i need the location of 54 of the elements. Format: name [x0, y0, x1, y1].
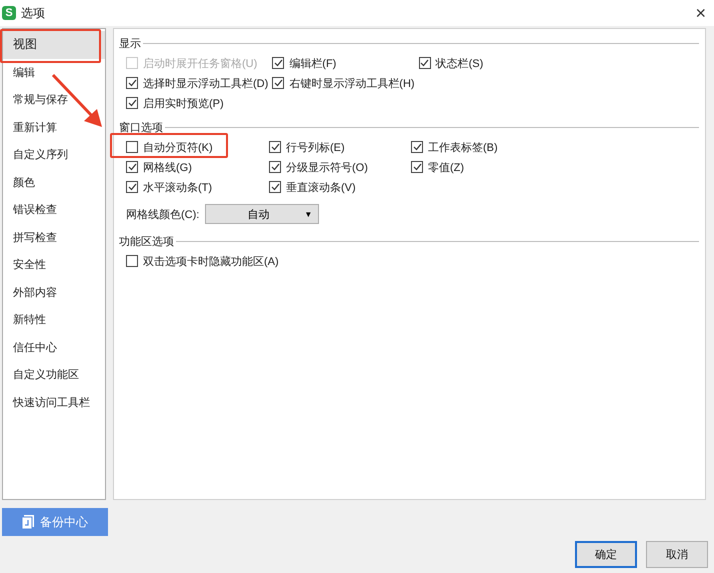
section-title: 功能区选项: [119, 234, 174, 248]
cancel-button[interactable]: 取消: [646, 541, 708, 568]
checkbox-label: 分级显示符号(O): [286, 160, 368, 174]
sidebar-item[interactable]: 视图: [3, 31, 105, 58]
sidebar-item[interactable]: 编辑: [3, 58, 105, 86]
checkbox[interactable]: [126, 161, 138, 173]
checkbox[interactable]: [411, 141, 423, 153]
checkbox[interactable]: [126, 141, 138, 153]
checkbox-label: 垂直滚动条(V): [286, 180, 356, 194]
checkbox[interactable]: [126, 97, 138, 109]
app-icon: S: [2, 6, 16, 20]
dropdown-label: 网格线颜色(C):: [126, 208, 200, 222]
checkbox[interactable]: [126, 255, 138, 267]
checkbox[interactable]: [272, 57, 284, 69]
checkbox-label: 行号列标(E): [286, 140, 345, 154]
checkbox[interactable]: [272, 77, 284, 89]
checkbox[interactable]: [126, 77, 138, 89]
sidebar-item[interactable]: 新特性: [3, 306, 105, 334]
ok-button[interactable]: 确定: [575, 541, 637, 568]
checkbox[interactable]: [269, 181, 281, 193]
checkbox-label: 右键时显示浮动工具栏(H): [289, 76, 415, 90]
checkbox-label: 双击选项卡时隐藏功能区(A): [143, 254, 279, 268]
checkbox-label: 网格线(G): [143, 160, 192, 174]
checkbox-label: 状态栏(S): [436, 56, 484, 70]
checkbox[interactable]: [269, 141, 281, 153]
checkbox-label: 选择时显示浮动工具栏(D): [143, 76, 268, 90]
checkbox-label: 启动时展开任务窗格(U): [143, 56, 258, 70]
sidebar-item[interactable]: 错误检查: [3, 196, 105, 224]
checkbox-label: 工作表标签(B): [428, 140, 498, 154]
sidebar-item[interactable]: 快速访问工具栏: [3, 388, 105, 416]
checkbox-label: 编辑栏(F): [289, 56, 336, 70]
sidebar-item[interactable]: 信任中心: [3, 334, 105, 361]
checkbox[interactable]: [411, 161, 423, 173]
checkbox[interactable]: [418, 57, 431, 69]
checkbox-label: 自动分页符(K): [143, 140, 213, 154]
checkbox[interactable]: [126, 181, 138, 193]
checkbox-label: 零值(Z): [428, 160, 464, 174]
close-button[interactable]: ×: [693, 4, 708, 22]
checkbox[interactable]: [269, 161, 281, 173]
checkbox-label: 启用实时预览(P): [143, 96, 224, 110]
sidebar-item[interactable]: 重新计算: [3, 114, 105, 141]
section-title: 窗口选项: [119, 120, 163, 134]
sidebar-item[interactable]: 自定义功能区: [3, 361, 105, 388]
sidebar-item[interactable]: 拼写检查: [3, 224, 105, 251]
sidebar-item[interactable]: 颜色: [3, 168, 105, 196]
checkbox-label: 水平滚动条(T): [143, 180, 212, 194]
color-dropdown[interactable]: 自动 ▼: [205, 204, 320, 224]
section-title: 显示: [119, 36, 141, 50]
sidebar-item[interactable]: 外部内容: [3, 278, 105, 306]
document-icon: [22, 515, 34, 529]
sidebar-item[interactable]: 常规与保存: [3, 86, 105, 114]
sidebar-item[interactable]: 安全性: [3, 251, 105, 278]
sidebar-item[interactable]: 自定义序列: [3, 141, 105, 168]
window-title: 选项: [21, 4, 46, 22]
